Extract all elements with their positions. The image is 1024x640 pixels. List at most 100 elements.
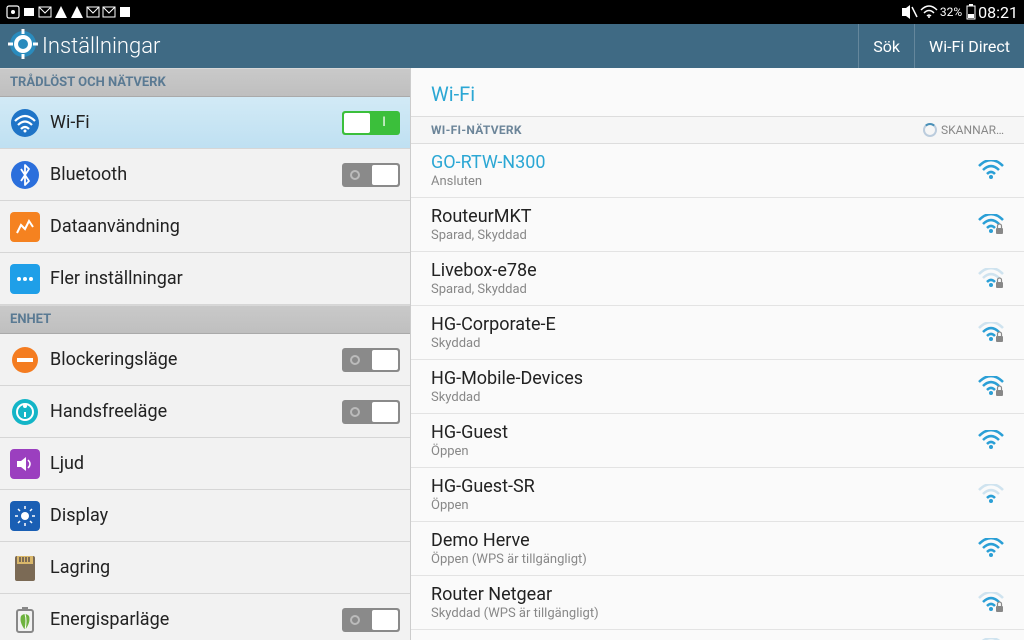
notif-icon (38, 5, 52, 19)
notif-icon (118, 5, 132, 19)
sidebar-item-label: Bluetooth (50, 164, 342, 185)
network-ssid: Router Netgear (431, 584, 978, 605)
network-ssid: HG-Guest (431, 422, 978, 443)
power-saving-toggle[interactable] (342, 608, 400, 632)
warning-icon (54, 5, 68, 19)
network-ssid: Livebox-e78e (431, 260, 978, 281)
scanning-indicator: SKANNAR… (923, 123, 1004, 137)
signal-strength-icon (978, 538, 1004, 560)
network-ssid: HG-Mobile-Devices (431, 368, 978, 389)
sidebar-item-label: Dataanvändning (50, 216, 400, 237)
sidebar-item-label: Lagring (50, 557, 400, 578)
signal-strength-icon (978, 214, 1004, 236)
search-button[interactable]: Sök (858, 24, 914, 68)
notif-icon (102, 5, 116, 19)
network-item[interactable]: Demo Herve Öppen (WPS är tillgängligt) (411, 522, 1024, 576)
network-ssid: GO-RTW-N300 (431, 152, 978, 173)
network-status: Öppen (WPS är tillgängligt) (431, 552, 978, 567)
warning-icon (70, 5, 84, 19)
network-status: Öppen (431, 498, 978, 513)
wifi-detail-pane: Wi-Fi WI-FI-NÄTVERK SKANNAR… GO-RTW-N300… (410, 68, 1024, 640)
settings-sidebar: TRÅDLÖST OCH NÄTVERK Wi-Fi I Bluetooth D… (0, 68, 410, 640)
notif-icon (22, 5, 36, 19)
network-item[interactable]: Livebox-e78e Sparad, Skyddad (411, 252, 1024, 306)
sidebar-item-more[interactable]: Fler inställningar (0, 253, 410, 305)
power-icon (10, 605, 40, 635)
network-item[interactable]: HG-Guest Öppen (411, 414, 1024, 468)
sound-icon (10, 449, 40, 479)
app-icon (6, 5, 20, 19)
sidebar-item-label: Handsfreeläge (50, 401, 342, 422)
network-ssid: HG-Corporate-E (431, 314, 978, 335)
signal-strength-icon (978, 322, 1004, 344)
network-status: Ansluten (431, 174, 978, 189)
handsfree-icon (10, 397, 40, 427)
sidebar-item-label: Ljud (50, 453, 400, 474)
sidebar-item-storage[interactable]: Lagring (0, 542, 410, 594)
signal-strength-icon (978, 376, 1004, 398)
page-title: Inställningar (42, 34, 858, 59)
network-ssid: Demo Herve (431, 530, 978, 551)
storage-icon (10, 553, 40, 583)
signal-strength-icon (978, 430, 1004, 452)
sidebar-item-label: Fler inställningar (50, 268, 400, 289)
display-icon (10, 501, 40, 531)
network-item[interactable]: GO-RTW-N300 Ansluten (411, 144, 1024, 198)
settings-icon (8, 29, 38, 63)
sidebar-item-wifi[interactable]: Wi-Fi I (0, 97, 410, 149)
network-status: Sparad, Skyddad (431, 282, 978, 297)
more-icon (10, 264, 40, 294)
bluetooth-toggle[interactable] (342, 163, 400, 187)
network-ssid: RouteurMKT (431, 206, 978, 227)
spinner-icon (923, 123, 937, 137)
signal-strength-icon (978, 268, 1004, 290)
network-item[interactable]: HG-Corporate-E Skyddad (411, 306, 1024, 360)
vibrate-icon (900, 5, 918, 19)
networks-header: WI-FI-NÄTVERK (431, 123, 522, 137)
sidebar-item-data-usage[interactable]: Dataanvändning (0, 201, 410, 253)
sidebar-item-display[interactable]: Display (0, 490, 410, 542)
handsfree-toggle[interactable] (342, 400, 400, 424)
network-status: Skyddad (431, 336, 978, 351)
network-status: Skyddad (431, 390, 978, 405)
battery-percentage: 32% (940, 5, 962, 19)
wifi-direct-button[interactable]: Wi-Fi Direct (914, 24, 1024, 68)
blocking-icon (10, 345, 40, 375)
sidebar-item-handsfree[interactable]: Handsfreeläge (0, 386, 410, 438)
network-ssid: HG-Guest-SR (431, 476, 978, 497)
status-bar: 32% 08:21 (0, 0, 1024, 24)
data-usage-icon (10, 212, 40, 242)
network-list: GO-RTW-N300 Ansluten RouteurMKT Sparad, … (411, 144, 1024, 640)
sidebar-item-label: Blockeringsläge (50, 349, 342, 370)
wifi-icon (920, 5, 938, 19)
sidebar-item-power-saving[interactable]: Energisparläge (0, 594, 410, 640)
signal-strength-icon (978, 592, 1004, 614)
sidebar-item-sound[interactable]: Ljud (0, 438, 410, 490)
clock: 08:21 (978, 3, 1018, 22)
wifi-toggle[interactable]: I (342, 111, 400, 135)
battery-icon (966, 4, 976, 20)
network-item[interactable]: RouteurMKT Sparad, Skyddad (411, 198, 1024, 252)
bluetooth-icon (10, 160, 40, 190)
action-bar: Inställningar Sök Wi-Fi Direct (0, 24, 1024, 68)
network-status: Sparad, Skyddad (431, 228, 978, 243)
signal-strength-icon (978, 160, 1004, 182)
network-status: Skyddad (WPS är tillgängligt) (431, 606, 978, 621)
section-header-wireless: TRÅDLÖST OCH NÄTVERK (0, 68, 410, 97)
network-item[interactable]: Router Netgear Skyddad (WPS är tillgängl… (411, 576, 1024, 630)
sidebar-item-bluetooth[interactable]: Bluetooth (0, 149, 410, 201)
blocking-toggle[interactable] (342, 348, 400, 372)
wifi-icon (10, 108, 40, 138)
detail-title: Wi-Fi (411, 68, 1024, 116)
sidebar-item-label: Energisparläge (50, 609, 342, 630)
network-item[interactable]: NETGEAR34 (411, 630, 1024, 640)
notif-icon (86, 5, 100, 19)
network-status: Öppen (431, 444, 978, 459)
sidebar-item-label: Display (50, 505, 400, 526)
signal-strength-icon (978, 484, 1004, 506)
sidebar-item-label: Wi-Fi (50, 112, 342, 133)
sidebar-item-blocking-mode[interactable]: Blockeringsläge (0, 334, 410, 386)
network-item[interactable]: HG-Mobile-Devices Skyddad (411, 360, 1024, 414)
network-item[interactable]: HG-Guest-SR Öppen (411, 468, 1024, 522)
section-header-device: ENHET (0, 305, 410, 334)
